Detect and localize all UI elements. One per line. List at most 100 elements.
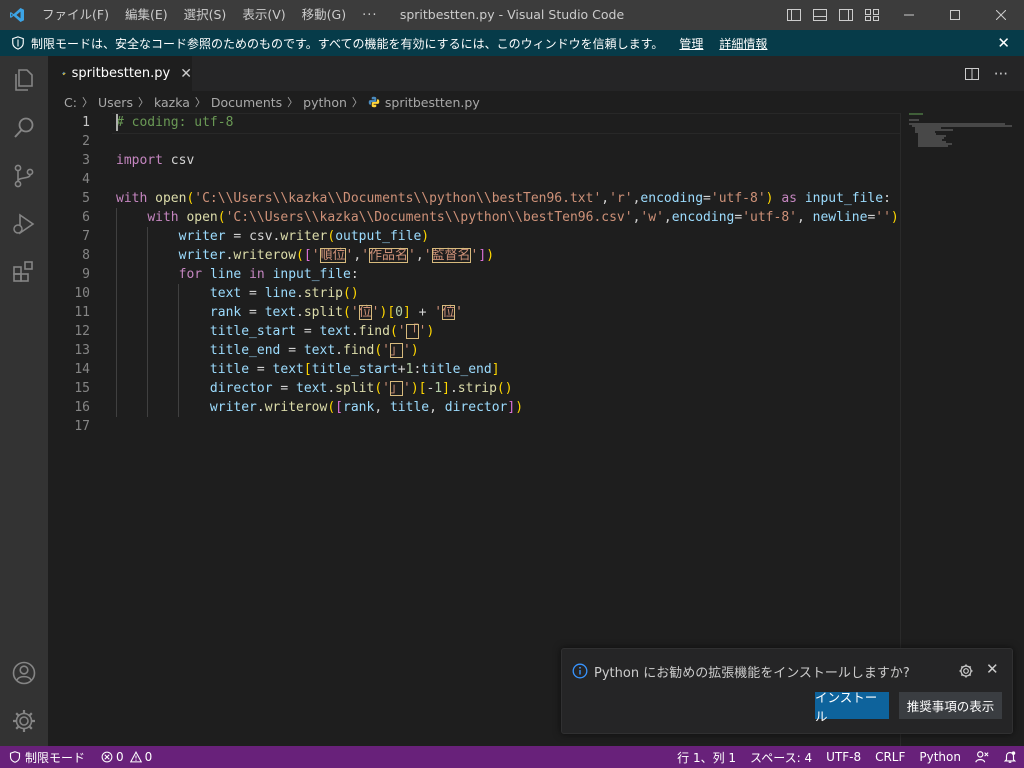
encoding[interactable]: UTF-8 — [819, 746, 868, 768]
show-recommendations-button[interactable]: 推奨事項の表示 — [899, 692, 1002, 719]
minimap-line — [918, 145, 948, 147]
window-controls — [886, 0, 1024, 30]
line-number: 11 — [74, 305, 90, 320]
breadcrumb: C: 〉 Users 〉 kazka 〉 Documents 〉 python … — [48, 91, 900, 113]
customize-layout-icon[interactable] — [864, 7, 880, 23]
line-number: 13 — [74, 343, 90, 358]
maximize-button[interactable] — [932, 0, 978, 30]
toggle-panel-icon[interactable] — [812, 7, 828, 23]
line-number: 8 — [82, 248, 90, 263]
status-bar-right: 行 1、列 1 スペース: 4 UTF-8 CRLF Python — [670, 746, 1024, 768]
restricted-mode-indicator[interactable]: 制限モード — [0, 746, 95, 768]
status-bar: 制限モード 0 0 行 1、列 1 スペース: 4 UTF-8 CRLF Pyt… — [0, 746, 1024, 768]
banner-message: 制限モードは、安全なコード参照のためのものです。すべての機能を有効にするには、こ… — [31, 36, 664, 51]
menu-go[interactable]: 移動(G) — [294, 0, 354, 30]
account-icon[interactable] — [10, 659, 38, 687]
breadcrumb-item[interactable]: kazka — [154, 95, 190, 110]
toggle-secondary-sidebar-icon[interactable] — [838, 7, 854, 23]
code-line: writer = csv.writer(output_file) — [178, 229, 430, 244]
chevron-right-icon: 〉 — [194, 96, 206, 109]
code-line: text = line.strip() — [209, 286, 359, 301]
code-content: # coding: utf-8 import csv with open('C:… — [112, 113, 900, 436]
close-window-button[interactable] — [978, 0, 1024, 30]
banner-close-button[interactable]: ✕ — [997, 34, 1010, 52]
code-line: writer.writerow([rank, title, director]) — [209, 400, 524, 415]
banner-details-link[interactable]: 詳細情報 — [719, 35, 767, 52]
title-bar: ファイル(F) 編集(E) 選択(S) 表示(V) 移動(G) ··· spri… — [0, 0, 1024, 30]
breadcrumb-item[interactable]: spritbestten.py — [385, 95, 480, 110]
vscode-logo-icon — [0, 0, 34, 30]
minimize-button[interactable] — [886, 0, 932, 30]
code-line: title_start = text.find('「') — [209, 324, 435, 339]
line-number: 12 — [74, 324, 90, 339]
shield-icon — [12, 36, 24, 50]
error-count: 0 — [116, 750, 124, 764]
end-of-line[interactable]: CRLF — [868, 746, 912, 768]
source-control-icon[interactable] — [10, 162, 38, 190]
line-number-gutter: 1 2 3 4 5 6 7 8 9 10 11 12 13 14 15 16 1… — [48, 113, 104, 436]
minimap-line — [909, 113, 923, 115]
menu-edit[interactable]: 編集(E) — [117, 0, 176, 30]
shield-icon — [9, 751, 21, 763]
restricted-mode-banner: 制限モードは、安全なコード参照のためのものです。すべての機能を有効にするには、こ… — [0, 30, 1024, 56]
line-number: 4 — [82, 172, 90, 187]
notification-message: Python にお勧めの拡張機能をインストールしますか? — [594, 666, 910, 681]
chevron-right-icon: 〉 — [137, 96, 149, 109]
toggle-primary-sidebar-icon[interactable] — [786, 7, 802, 23]
explorer-icon[interactable] — [10, 66, 38, 94]
breadcrumb-item[interactable]: Users — [98, 95, 133, 110]
manage-gear-icon[interactable] — [10, 707, 38, 735]
feedback-icon[interactable] — [968, 746, 996, 768]
editor-actions: ··· — [964, 56, 1008, 91]
indentation[interactable]: スペース: 4 — [743, 746, 819, 768]
python-file-icon — [62, 71, 66, 76]
menu-view[interactable]: 表示(V) — [234, 0, 293, 30]
chevron-right-icon: 〉 — [351, 96, 363, 109]
line-number: 6 — [82, 210, 90, 225]
line-number: 2 — [82, 134, 90, 149]
line-number: 16 — [74, 400, 90, 415]
banner-manage-link[interactable]: 管理 — [679, 35, 703, 52]
notification-close-button[interactable]: ✕ — [986, 660, 999, 678]
line-number: 10 — [74, 286, 90, 301]
split-editor-icon[interactable] — [964, 66, 980, 82]
cursor-position[interactable]: 行 1、列 1 — [670, 746, 743, 768]
menu-more-button[interactable]: ··· — [354, 8, 385, 23]
code-line: director = text.split('」')[-1].strip() — [209, 381, 513, 396]
menu-bar: ファイル(F) 編集(E) 選択(S) 表示(V) 移動(G) ··· — [34, 0, 385, 30]
code-line: with open('C:\\Users\\kazka\\Documents\\… — [147, 210, 899, 225]
activity-bar — [0, 56, 48, 746]
tab-spritbestten-py[interactable]: spritbestten.py ✕ — [48, 56, 192, 91]
code-line: writer.writerow(['順位','作品名','監督名']) — [178, 248, 495, 263]
run-debug-icon[interactable] — [10, 210, 38, 238]
line-number: 3 — [82, 153, 90, 168]
close-icon — [996, 10, 1006, 20]
tab-close-icon[interactable]: ✕ — [180, 66, 192, 82]
breadcrumb-item[interactable]: python — [303, 95, 347, 110]
language-mode[interactable]: Python — [912, 746, 968, 768]
info-icon — [572, 663, 588, 679]
extensions-icon[interactable] — [10, 258, 38, 286]
problems-indicator[interactable]: 0 0 — [94, 746, 159, 768]
search-icon[interactable] — [10, 114, 38, 142]
breadcrumb-item[interactable]: C: — [64, 95, 77, 110]
warning-count: 0 — [144, 750, 153, 764]
minimap-line — [909, 119, 919, 121]
install-button[interactable]: インストール — [815, 690, 889, 724]
restricted-mode-label: 制限モード — [25, 750, 86, 765]
menu-file[interactable]: ファイル(F) — [34, 0, 117, 30]
gear-icon[interactable] — [958, 663, 974, 679]
layout-controls — [786, 0, 880, 30]
breadcrumb-item[interactable]: Documents — [211, 95, 282, 110]
line-number: 5 — [82, 191, 90, 206]
editor-tabs: spritbestten.py ✕ ··· — [48, 56, 1024, 91]
text-cursor — [116, 114, 118, 131]
code-line: title = text[title_start+1:title_end] — [209, 362, 500, 377]
more-actions-icon[interactable]: ··· — [994, 65, 1008, 83]
notifications-bell-icon[interactable] — [996, 746, 1024, 768]
menu-selection[interactable]: 選択(S) — [176, 0, 235, 30]
chevron-right-icon: 〉 — [287, 96, 299, 109]
